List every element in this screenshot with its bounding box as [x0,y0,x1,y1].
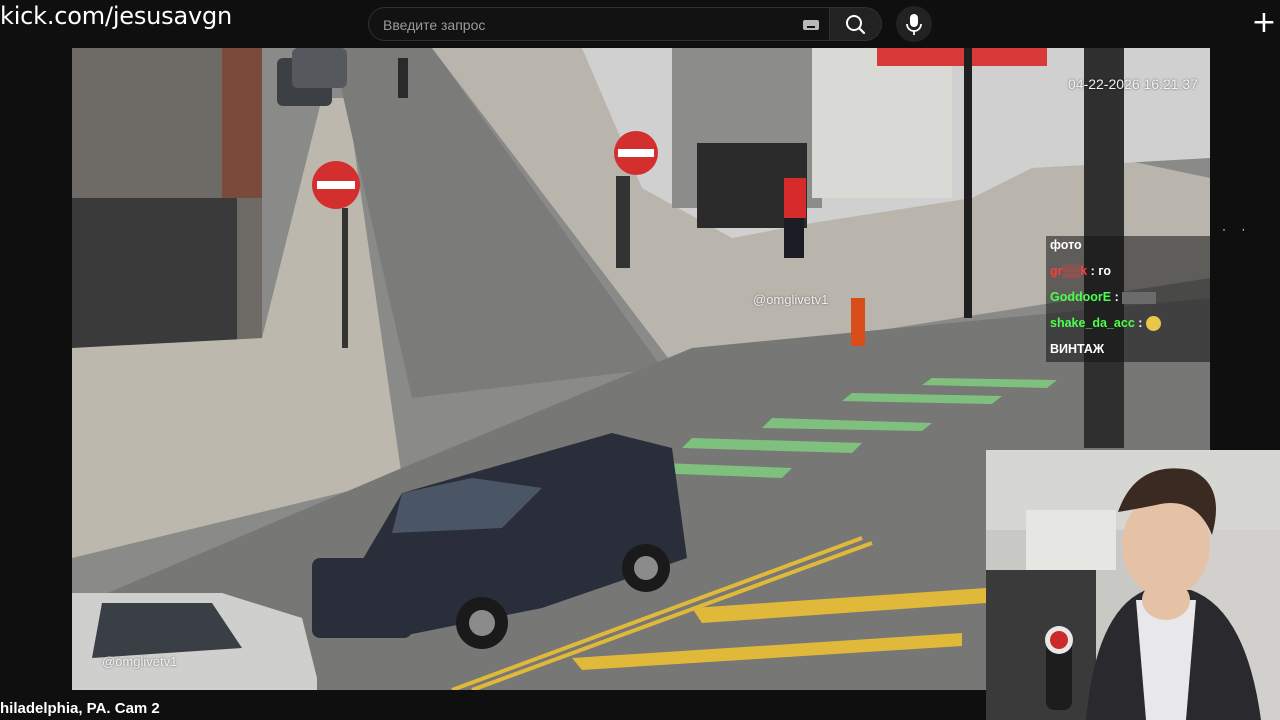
chat-text: : го [1090,264,1111,278]
webcam-scene [986,450,1280,720]
search-input[interactable] [381,8,785,42]
chat-text: : [1138,316,1143,330]
app-window: kick.com/jesusavgn + [0,0,1280,720]
chat-text: фото [1050,238,1082,252]
chat-emote [1122,291,1157,304]
create-button[interactable]: + [1246,6,1280,42]
plus-icon: + [1251,5,1277,40]
watermark-top: @omglivetv1 [753,292,829,307]
edge-dots: · · [1222,222,1252,236]
chat-message: gr▒▒k : го [1050,264,1111,278]
chat-overlay: фото gr▒▒k : го GoddoorE : shake_da_acc … [1046,236,1210,362]
search-button[interactable] [830,7,882,41]
emoji-icon [1145,316,1161,332]
channel-url[interactable]: kick.com/jesusavgn [0,2,232,30]
chat-message: фото [1050,238,1082,252]
chat-message: GoddoorE : [1050,290,1157,304]
voice-search-button[interactable] [896,6,932,42]
chat-username[interactable]: GoddoorE [1050,290,1111,304]
chat-message: ВИНТАЖ [1050,342,1104,356]
camera-timestamp: 04-22-2026 16:21:37 [1068,76,1198,92]
chat-text: : [1114,290,1119,304]
watermark-bottom: @omglivetv1 [102,654,178,669]
search-icon [846,15,866,35]
search-box [368,7,830,42]
stream-caption: hiladelphia, PA. Cam 2 [0,700,160,717]
chat-username[interactable]: shake_da_acc [1050,316,1135,330]
search-bar [368,7,882,43]
chat-text: ВИНТАЖ [1050,342,1105,356]
keyboard-icon[interactable] [803,20,819,30]
streamer-webcam [986,450,1280,720]
chat-message: shake_da_acc : [1050,316,1161,332]
microphone-icon [906,14,922,35]
chat-username[interactable]: gr▒▒k [1050,264,1087,278]
